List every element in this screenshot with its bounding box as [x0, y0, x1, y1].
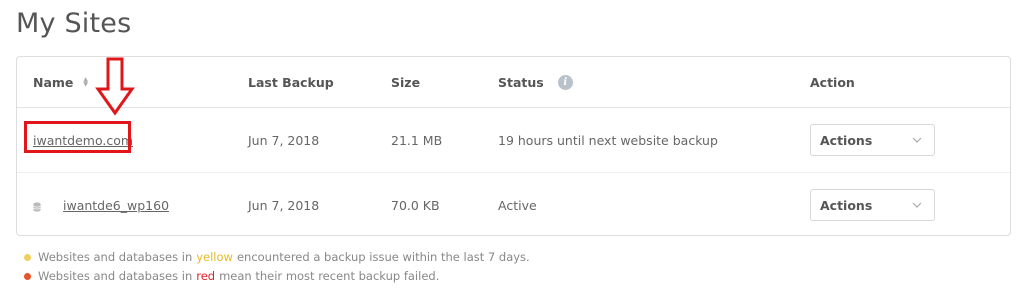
table-header: Name ▲ ▼ Last Backup Size Status i Action [17, 57, 1010, 108]
legend-red: Websites and databases in red mean their… [24, 269, 439, 283]
actions-cell: Actions [810, 108, 935, 172]
site-name-cell: iwantde6_wp160 [33, 173, 169, 237]
legend-text: Websites and databases in [38, 269, 193, 283]
yellow-dot-icon [24, 253, 31, 261]
table-row: iwantde6_wp160 Jun 7, 2018 70.0 KB Activ… [17, 173, 1010, 237]
column-header-last-backup: Last Backup [248, 74, 334, 90]
info-icon[interactable]: i [557, 74, 573, 90]
last-backup-cell: Jun 7, 2018 [248, 132, 320, 148]
chevron-down-icon [912, 135, 922, 146]
size-cell: 21.1 MB [391, 132, 443, 148]
actions-dropdown-label: Actions [820, 197, 873, 213]
legend-text: mean their most recent backup failed. [219, 269, 440, 283]
actions-dropdown[interactable]: Actions [810, 189, 935, 221]
chevron-down-icon [912, 200, 922, 211]
legend-yellow: Websites and databases in yellow encount… [24, 250, 530, 264]
legend-text: encountered a backup issue within the la… [236, 250, 530, 264]
last-backup-cell: Jun 7, 2018 [248, 197, 320, 213]
status-cell: Active [498, 197, 537, 213]
sort-icon[interactable]: ▲ ▼ [83, 77, 88, 88]
actions-dropdown[interactable]: Actions [810, 124, 935, 156]
legend-red-word: red [196, 269, 216, 283]
actions-cell: Actions [810, 173, 935, 237]
column-header-status-label: Status [498, 74, 544, 90]
site-link[interactable]: iwantde6_wp160 [63, 198, 169, 213]
column-header-action: Action [810, 74, 855, 90]
down-arrow-icon [95, 57, 135, 116]
column-header-name-label: Name [33, 74, 74, 90]
annotation-highlight-box [24, 121, 131, 153]
column-header-status: Status i [498, 57, 573, 107]
database-icon [33, 200, 41, 212]
status-cell: 19 hours until next website backup [498, 132, 718, 148]
table-row: iwantdemo.com Jun 7, 2018 21.1 MB 19 hou… [17, 108, 1010, 173]
sites-table: Name ▲ ▼ Last Backup Size Status i Action… [16, 56, 1011, 236]
actions-dropdown-label: Actions [820, 132, 873, 148]
page-title: My Sites [16, 8, 132, 39]
legend-yellow-word: yellow [196, 250, 233, 264]
legend-text: Websites and databases in [38, 250, 193, 264]
column-header-name[interactable]: Name ▲ ▼ [33, 57, 88, 107]
size-cell: 70.0 KB [391, 197, 440, 213]
column-header-size: Size [391, 74, 421, 90]
red-dot-icon [24, 272, 31, 280]
